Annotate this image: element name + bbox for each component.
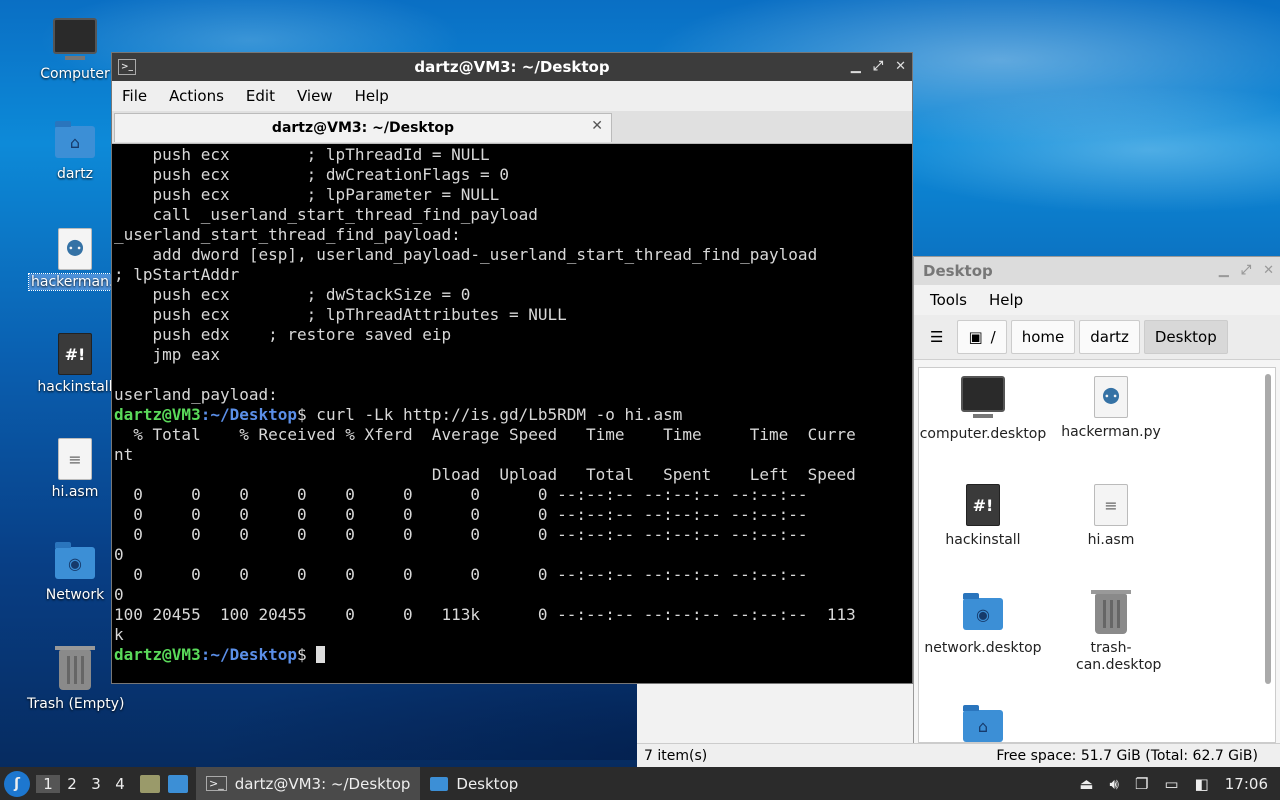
filemanager-title: Desktop	[923, 262, 993, 280]
path-home[interactable]: home	[1010, 320, 1076, 354]
filemanager-menubar: Tools Help	[914, 285, 1280, 315]
file-manager-launcher-icon[interactable]	[140, 774, 160, 793]
script-file-icon: #!	[58, 333, 92, 375]
desktop-icon-hackinstall[interactable]: #! hackinstall	[27, 333, 123, 395]
system-tray: ⏏ 🔊︎ ❐ ▭ ◧ 17:06	[1079, 775, 1268, 793]
maximize-icon[interactable]: ⤢	[1241, 263, 1251, 278]
prompt-user: dartz@VM3	[114, 405, 201, 424]
script-file-icon: #!	[966, 484, 1000, 526]
network-folder-icon: ◉	[963, 593, 1003, 630]
desktop-icon-label: hackerman.py	[28, 273, 122, 291]
drive-icon: ▣	[968, 328, 983, 346]
desktop-icon-label: dartz	[56, 166, 94, 182]
folder-icon	[430, 776, 449, 791]
free-space: Free space: 51.7 GiB (Total: 62.7 GiB)	[996, 747, 1258, 764]
network-folder-icon: ◉	[55, 542, 95, 579]
terminal-icon: >_	[206, 776, 227, 791]
desktop-icon-label: Network	[45, 587, 105, 603]
python-file-icon: ⚉	[58, 228, 92, 270]
python-file-icon: ⚉	[1094, 376, 1128, 418]
home-folder-icon: ⌂	[963, 705, 1003, 742]
menu-help[interactable]: Help	[355, 87, 389, 105]
text-file-icon: ≡	[1094, 484, 1128, 526]
menu-help[interactable]: Help	[989, 291, 1023, 309]
desktop-icon-hackerman[interactable]: ⚉ hackerman.py	[27, 228, 123, 294]
task-terminal[interactable]: >_ dartz@VM3: ~/Desktop	[196, 767, 421, 800]
terminal-screen[interactable]: push ecx ; lpThreadId = NULL push ecx ; …	[114, 145, 910, 681]
home-folder-icon: ⌂	[55, 121, 95, 158]
trash-icon	[1091, 590, 1131, 634]
computer-icon	[53, 18, 97, 60]
update-icon[interactable]: ◧	[1195, 775, 1209, 793]
file-item[interactable]: ⌂	[919, 705, 1047, 742]
terminal-tab-label: dartz@VM3: ~/Desktop	[271, 120, 455, 136]
terminal-window[interactable]: >_ dartz@VM3: ~/Desktop ▁ ⤢ ✕ File Actio…	[112, 53, 912, 683]
network-icon[interactable]: ▭	[1164, 775, 1178, 793]
file-view[interactable]: computer.desktop ⚉ hackerman.py #! hacki…	[918, 367, 1276, 743]
maximize-icon[interactable]: ⤢	[873, 59, 883, 74]
file-item[interactable]: ≡ hi.asm	[1047, 484, 1175, 549]
file-item[interactable]: ◉ network.desktop	[919, 593, 1047, 657]
clock[interactable]: 17:06	[1225, 775, 1268, 793]
terminal-tabbar: dartz@VM3: ~/Desktop ✕	[112, 111, 912, 144]
desktop-icon-dartz[interactable]: ⌂ dartz	[27, 121, 123, 182]
menu-view[interactable]: View	[297, 87, 333, 105]
close-icon[interactable]: ✕	[895, 59, 906, 74]
menu-file[interactable]: File	[122, 87, 147, 105]
path-bar: ☰ ▣ / home dartz Desktop	[914, 315, 1280, 360]
status-bar: 7 item(s) Free space: 51.7 GiB (Total: 6…	[637, 743, 1280, 767]
desktop-icon-network[interactable]: ◉ Network	[27, 542, 123, 603]
menu-edit[interactable]: Edit	[246, 87, 275, 105]
eject-icon[interactable]: ⏏	[1079, 775, 1093, 793]
terminal-menubar: File Actions Edit View Help	[112, 81, 912, 111]
tab-close-icon[interactable]: ✕	[591, 118, 603, 134]
desktop-icon-label: Computer	[40, 66, 110, 82]
prompt-path: :~/Desktop	[200, 405, 298, 424]
desktop-launcher-icon[interactable]	[168, 774, 188, 793]
volume-icon[interactable]: 🔊︎	[1109, 775, 1118, 793]
start-menu-icon[interactable]: ʃ	[4, 770, 30, 797]
workspace-2[interactable]: 2	[60, 775, 84, 793]
desktop-icon-label: hi.asm	[51, 484, 99, 500]
minimize-icon[interactable]: ▁	[1219, 263, 1229, 278]
list-view-icon[interactable]: ☰	[920, 321, 953, 353]
workspace-switcher: 1 2 3 4	[36, 774, 132, 793]
command-text: curl -Lk http://is.gd/Lb5RDM -o hi.asm	[306, 405, 683, 424]
terminal-titlebar[interactable]: >_ dartz@VM3: ~/Desktop ▁ ⤢ ✕	[112, 53, 912, 81]
terminal-title: dartz@VM3: ~/Desktop	[414, 58, 610, 76]
workspace-4[interactable]: 4	[108, 775, 132, 793]
path-desktop[interactable]: Desktop	[1143, 320, 1228, 354]
filemanager-window[interactable]: Desktop ▁ ⤢ ✕ Tools Help ☰ ▣ / home dartz…	[914, 257, 1280, 767]
file-item[interactable]: ⚉ hackerman.py	[1047, 376, 1175, 441]
workspace-1[interactable]: 1	[36, 774, 60, 793]
file-item[interactable]: #! hackinstall	[919, 484, 1047, 549]
desktop-icon-computer[interactable]: Computer	[27, 18, 123, 82]
path-dartz[interactable]: dartz	[1079, 320, 1140, 354]
taskbar: ʃ 1 2 3 4 >_ dartz@VM3: ~/Desktop Deskto…	[0, 767, 1280, 800]
path-root[interactable]: ▣ /	[957, 320, 1007, 354]
desktop-icon-hi-asm[interactable]: ≡ hi.asm	[27, 438, 123, 500]
clipboard-icon[interactable]: ❐	[1135, 775, 1148, 793]
close-icon[interactable]: ✕	[1263, 263, 1274, 278]
scrollbar[interactable]	[1265, 374, 1271, 684]
task-desktop[interactable]: Desktop	[420, 767, 528, 800]
computer-icon	[961, 376, 1005, 418]
filemanager-titlebar[interactable]: Desktop ▁ ⤢ ✕	[914, 257, 1280, 285]
file-item[interactable]: trash-can.desktop	[1047, 590, 1175, 674]
workspace-3[interactable]: 3	[84, 775, 108, 793]
desktop-icon-label: Trash (Empty)	[27, 696, 125, 712]
desktop-icon-trash[interactable]: Trash (Empty)	[27, 646, 125, 712]
terminal-tab[interactable]: dartz@VM3: ~/Desktop ✕	[114, 113, 612, 142]
terminal-output: push ecx ; lpThreadId = NULL push ecx ; …	[114, 145, 856, 664]
menu-actions[interactable]: Actions	[169, 87, 224, 105]
trash-icon	[55, 646, 95, 690]
text-file-icon: ≡	[58, 438, 92, 480]
file-item[interactable]: computer.desktop	[919, 376, 1047, 443]
menu-tools[interactable]: Tools	[930, 291, 967, 309]
desktop-icon-label: hackinstall	[37, 379, 113, 395]
minimize-icon[interactable]: ▁	[851, 59, 861, 74]
text-cursor	[316, 646, 326, 663]
item-count: 7 item(s)	[644, 747, 708, 764]
